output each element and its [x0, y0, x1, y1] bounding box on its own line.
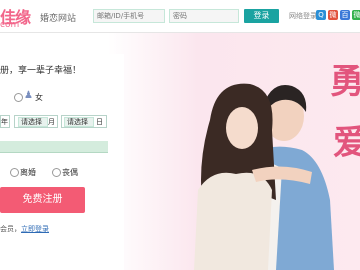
widowed-radio[interactable]	[52, 168, 61, 177]
login-now-link[interactable]: 立即登录	[21, 225, 49, 233]
birth-month-select[interactable]: 请选择	[18, 117, 48, 127]
divorced-label: 离婚	[20, 168, 36, 177]
site-name: 婚恋网站	[40, 14, 77, 24]
top-navigation-bar: 佳缘 com 婚恋网站 登录 网络登录 Q 微 百 微	[0, 0, 360, 33]
member-login-prefix: 会员，	[0, 225, 21, 233]
login-button[interactable]: 登录	[244, 9, 279, 23]
divorced-radio[interactable]	[10, 168, 19, 177]
account-input[interactable]	[93, 9, 165, 23]
female-icon: ♟	[24, 90, 33, 101]
other-login-label: 网络登录	[289, 12, 317, 20]
widowed-label: 丧偶	[62, 168, 78, 177]
birth-month-unit: 月	[48, 118, 55, 126]
weibo-icon[interactable]: 微	[328, 10, 338, 20]
free-register-button[interactable]: 免费注册	[0, 187, 85, 213]
wechat-icon[interactable]: 微	[352, 10, 360, 20]
registration-panel	[0, 54, 124, 270]
female-radio[interactable]	[14, 93, 23, 102]
site-logo-domain: com	[0, 20, 20, 30]
birth-year-unit: 年	[1, 118, 8, 126]
hero-tagline-2: 爱	[333, 123, 360, 163]
member-login-line: 会员，立即登录	[0, 224, 49, 234]
couple-photo	[194, 83, 334, 270]
birth-day-select[interactable]: 请选择	[64, 117, 94, 127]
password-input[interactable]	[169, 9, 239, 23]
baidu-icon[interactable]: 百	[340, 10, 350, 20]
female-label: 女	[35, 93, 43, 102]
panel-slogan: 册，享一辈子幸福！	[0, 66, 82, 76]
hero-tagline-1: 勇	[330, 62, 360, 102]
qq-icon[interactable]: Q	[316, 10, 326, 20]
city-select-field[interactable]	[0, 141, 108, 153]
birth-day-unit: 日	[96, 118, 103, 126]
